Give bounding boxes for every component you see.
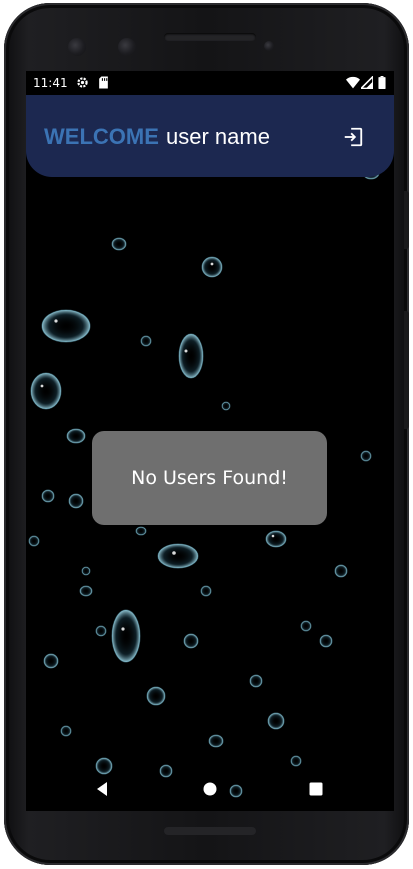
wifi-icon: [346, 76, 360, 89]
back-icon[interactable]: [90, 777, 114, 801]
recents-icon[interactable]: [304, 777, 328, 801]
status-bar: 11:41: [26, 71, 394, 95]
power-button: [404, 191, 409, 249]
logout-icon[interactable]: [342, 126, 364, 148]
app-bar: WELCOME user name: [26, 95, 394, 177]
front-sensor-icon: [118, 38, 136, 56]
toast-message: No Users Found!: [92, 431, 327, 525]
screen: 11:41 WELCOME user name No Users Found!: [26, 71, 394, 811]
volume-button: [404, 311, 409, 429]
phone-frame: 11:41 WELCOME user name No Users Found!: [4, 3, 409, 865]
signal-icon: [361, 76, 373, 89]
welcome-label: WELCOME: [44, 124, 159, 149]
proximity-sensor-icon: [264, 41, 274, 51]
front-camera-icon: [68, 38, 86, 56]
sd-card-icon: [99, 76, 108, 89]
top-speaker: [164, 33, 256, 41]
user-name-label: user name: [166, 124, 270, 149]
settings-icon: [77, 77, 88, 88]
navigation-bar: [26, 767, 394, 811]
bottom-speaker: [164, 827, 256, 835]
battery-icon: [378, 76, 386, 89]
toast-text: No Users Found!: [131, 467, 288, 489]
status-time: 11:41: [33, 76, 68, 90]
home-icon[interactable]: [198, 777, 222, 801]
